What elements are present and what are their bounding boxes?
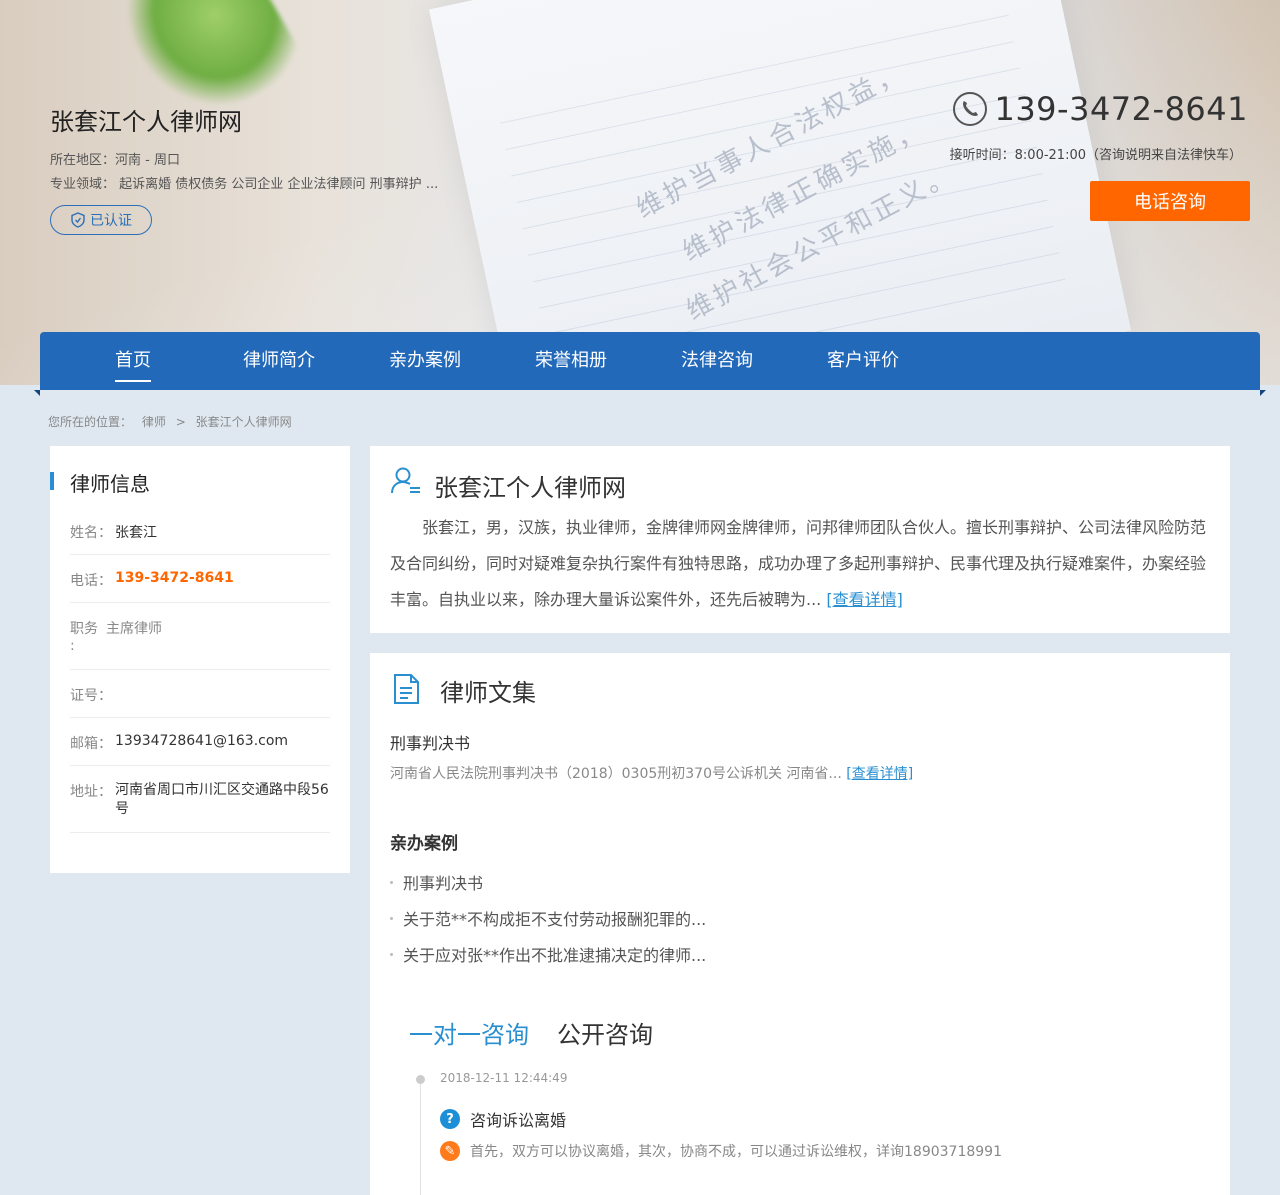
info-row-phone: 电话： 139-3472-8641 — [70, 570, 330, 603]
tab-public-consult[interactable]: 公开咨询 — [557, 1015, 653, 1050]
breadcrumb-current[interactable]: 张套江个人律师网 — [196, 415, 292, 429]
breadcrumb-label: 您所在的位置： — [48, 415, 133, 429]
case-item[interactable]: 关于应对张**作出不批准逮捕决定的律师... — [390, 942, 706, 966]
info-key: 姓名： — [70, 525, 112, 541]
timeline-line — [420, 1078, 421, 1195]
lawyer-info-title: 律师信息 — [70, 472, 150, 496]
intro-body: 张套江，男，汉族，执业律师，金牌律师网金牌律师，问邦律师团队合伙人。擅长刑事辩护… — [390, 518, 1207, 609]
service-hours: 接听时间：8:00-21:00（咨询说明来自法律快车） — [949, 148, 1242, 163]
hero-banner: 维护当事人合法权益， 维护法律正确实施， 维护社会公平和正义。 — [0, 0, 1280, 385]
certified-label: 已认证 — [90, 213, 132, 229]
nav-honors[interactable]: 荣誉相册 — [535, 332, 607, 390]
info-value: 13934728641@163.com — [115, 733, 289, 749]
fields-value: 起诉离婚 债权债务 公司企业 企业法律顾问 刑事辩护 ... — [119, 177, 439, 192]
nav-home[interactable]: 首页 — [115, 332, 151, 390]
nav-cases[interactable]: 亲办案例 — [389, 332, 461, 390]
case-item[interactable]: 关于范**不构成拒不支付劳动报酬犯罪的... — [390, 906, 706, 930]
info-value: 河南省周口市川汇区交通路中段56号 — [115, 782, 329, 817]
breadcrumb-separator: > — [175, 415, 186, 429]
intro-title: 张套江个人律师网 — [434, 474, 626, 502]
article-summary-text: 河南省人民法院刑事判决书（2018）0305刑初370号公诉机关 河南省... — [390, 766, 842, 782]
info-row-title: 职务 : 主席律师 — [70, 618, 330, 670]
info-key: 电话： — [70, 573, 112, 589]
info-row-address: 地址： 河南省周口市川汇区交通路中段56号 — [70, 781, 330, 833]
fields-line: 专业领域： 起诉离婚 债权债务 公司企业 企业法律顾问 刑事辩护 ... — [50, 173, 438, 192]
article-more-link[interactable]: [查看详情] — [846, 766, 913, 782]
consult-time: 2018-12-11 12:44:49 — [440, 1071, 568, 1085]
case-item-label: 刑事判决书 — [403, 874, 484, 893]
tab-one-on-one-consult[interactable]: 一对一咨询 — [409, 1015, 529, 1050]
document-icon — [394, 674, 419, 704]
header-phone: 139-3472-8641 — [952, 90, 1248, 128]
question-icon: ? — [440, 1109, 460, 1129]
article-item-title[interactable]: 刑事判决书 — [390, 730, 470, 754]
site-title: 张套江个人律师网 — [50, 108, 242, 136]
consult-answer: ✎ 首先，双方可以协议离婚，其次，协商不成，可以通过诉讼维权，详询1890371… — [440, 1141, 1002, 1161]
bullet-icon — [390, 880, 393, 884]
lawyer-info-card: 律师信息 姓名： 张套江 电话： 139-3472-8641 职务 : 主席律师… — [50, 446, 350, 873]
consult-answer-text: 首先，双方可以协议离婚，其次，协商不成，可以通过诉讼维权，详询189037189… — [470, 1144, 1002, 1160]
certified-badge: 已认证 — [50, 205, 152, 235]
nav-legal-consult[interactable]: 法律咨询 — [681, 332, 753, 390]
region-value: 河南 - 周口 — [115, 153, 180, 168]
bullet-icon — [390, 916, 393, 920]
articles-title: 律师文集 — [440, 679, 536, 707]
info-key: 职务 : — [70, 621, 98, 654]
timeline-dot — [416, 1075, 425, 1084]
nav-reviews[interactable]: 客户评价 — [827, 332, 899, 390]
cases-title: 亲办案例 — [390, 834, 458, 854]
breadcrumb: 您所在的位置： 律师 > 张套江个人律师网 — [48, 413, 298, 430]
case-item-label: 关于应对张**作出不批准逮捕决定的律师... — [403, 946, 707, 965]
info-key: 证号： — [70, 688, 112, 704]
consult-question[interactable]: ? 咨询诉讼离婚 — [440, 1107, 566, 1131]
pencil-icon: ✎ — [440, 1141, 460, 1161]
phone-icon — [953, 92, 988, 126]
info-row-email: 邮箱： 13934728641@163.com — [70, 733, 330, 766]
articles-panel: 律师文集 刑事判决书 河南省人民法院刑事判决书（2018）0305刑初370号公… — [370, 653, 1230, 1195]
breadcrumb-lawyer[interactable]: 律师 — [142, 415, 166, 429]
case-item-label: 关于范**不构成拒不支付劳动报酬犯罪的... — [403, 910, 707, 929]
info-row-name: 姓名： 张套江 — [70, 522, 330, 555]
header-phone-number: 139-3472-8641 — [994, 90, 1248, 128]
region-line: 所在地区：河南 - 周口 — [50, 149, 180, 168]
info-value: 张套江 — [115, 525, 157, 541]
intro-more-link[interactable]: [查看详情] — [826, 590, 903, 609]
region-label: 所在地区： — [50, 153, 116, 168]
bullet-icon — [390, 952, 393, 956]
consult-question-text: 咨询诉讼离婚 — [470, 1111, 567, 1130]
intro-text: 张套江，男，汉族，执业律师，金牌律师网金牌律师，问邦律师团队合伙人。擅长刑事辩护… — [390, 510, 1210, 618]
nav-lawyer-intro[interactable]: 律师简介 — [243, 332, 315, 390]
info-row-license: 证号： — [70, 685, 330, 718]
info-key: 邮箱： — [70, 736, 112, 752]
card-title-bar — [50, 472, 54, 490]
info-key: 地址： — [70, 784, 112, 800]
intro-panel: 张套江个人律师网 张套江，男，汉族，执业律师，金牌律师网金牌律师，问邦律师团队合… — [370, 446, 1230, 633]
lawyer-profile-icon — [391, 467, 420, 494]
main-nav: 首页 律师简介 亲办案例 荣誉相册 法律咨询 客户评价 — [34, 332, 1266, 396]
case-item[interactable]: 刑事判决书 — [390, 870, 483, 894]
shield-icon — [71, 212, 85, 228]
article-item-summary: 河南省人民法院刑事判决书（2018）0305刑初370号公诉机关 河南省... … — [390, 763, 913, 783]
info-value-phone[interactable]: 139-3472-8641 — [115, 570, 234, 602]
info-value: 主席律师 — [106, 621, 162, 637]
fields-label: 专业领域： — [50, 177, 116, 192]
phone-consult-button[interactable]: 电话咨询 — [1090, 181, 1250, 221]
